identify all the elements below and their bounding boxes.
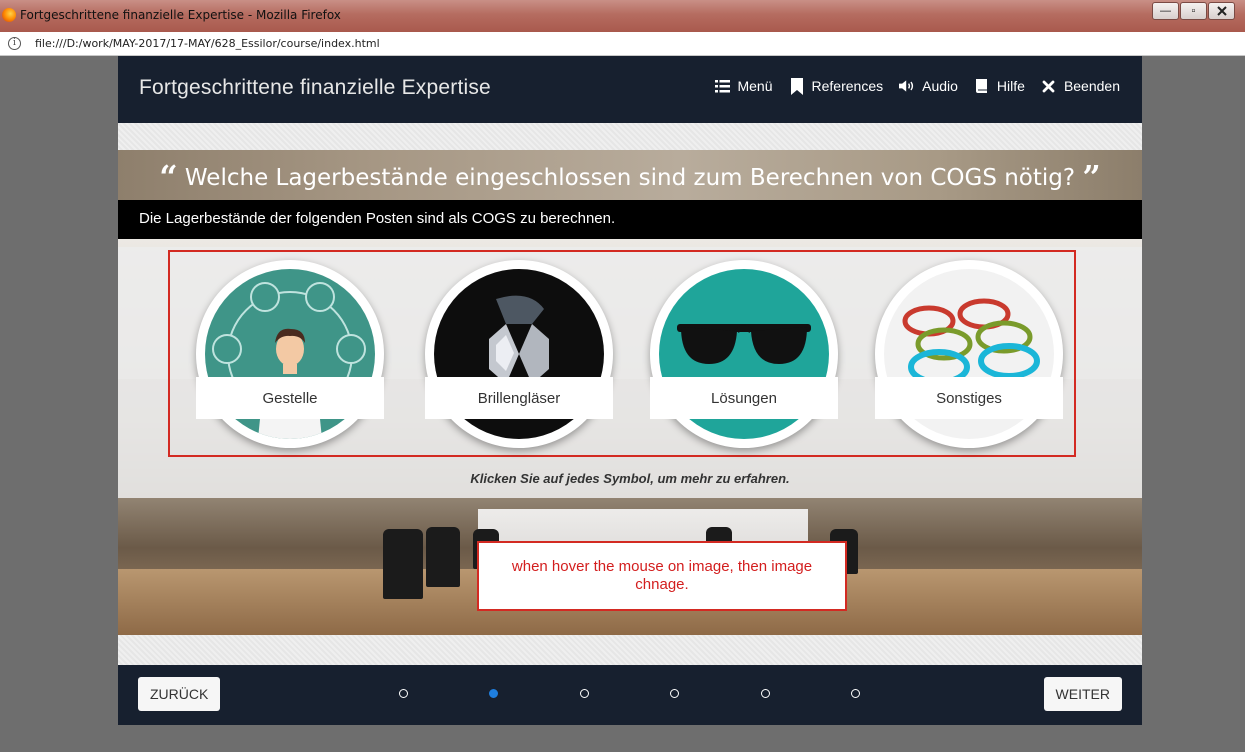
help-book-icon [974, 78, 990, 94]
nav-exit[interactable]: Beenden [1041, 78, 1120, 94]
firefox-logo-icon [2, 8, 16, 22]
browser-titlebar: Fortgeschrittene finanzielle Expertise -… [0, 0, 1245, 32]
page-dot-5[interactable] [761, 689, 770, 698]
chair-shape [426, 527, 460, 587]
card-frames-label: Gestelle [262, 390, 318, 407]
window-close-button[interactable] [1208, 2, 1235, 20]
course-title: Fortgeschrittene finanzielle Expertise [139, 76, 491, 99]
window-controls: — ▫ [1152, 2, 1235, 20]
course-footer: ZURÜCK WEITER [118, 665, 1142, 725]
card-lenses[interactable]: Brillengläser [425, 260, 613, 448]
instruction-text: Klicken Sie auf jedes Symbol, um mehr zu… [470, 471, 790, 486]
back-button[interactable]: ZURÜCK [138, 677, 221, 711]
course-header: Fortgeschrittene finanzielle Expertise M… [118, 56, 1142, 123]
card-row: Gestelle Brillengläser Lösungen Sonstige… [196, 260, 1066, 450]
list-icon [714, 78, 730, 94]
bookmark-icon [789, 77, 805, 95]
page-dot-4[interactable] [670, 689, 679, 698]
nav-help-label: Hilfe [996, 78, 1025, 94]
card-panel: Gestelle Brillengläser Lösungen Sonstige… [118, 247, 1142, 498]
page-indicator [399, 687, 869, 701]
course-player: Fortgeschrittene finanzielle Expertise M… [118, 56, 1142, 725]
url-text[interactable]: file:///D:/work/MAY-2017/17-MAY/628_Essi… [35, 37, 380, 50]
nav-exit-label: Beenden [1063, 78, 1120, 94]
nav-help[interactable]: Hilfe [974, 78, 1025, 94]
annotation-note: when hover the mouse on image, then imag… [477, 541, 847, 611]
card-other-label: Sonstiges [936, 390, 1002, 407]
question-banner: “ Welche Lagerbestände eingeschlossen si… [118, 150, 1142, 200]
page-dot-1[interactable] [399, 689, 408, 698]
card-solutions[interactable]: Lösungen [650, 260, 838, 448]
card-solutions-label: Lösungen [711, 390, 777, 407]
nav-menu[interactable]: Menü [714, 78, 773, 94]
address-bar[interactable]: i file:///D:/work/MAY-2017/17-MAY/628_Es… [0, 32, 1245, 56]
nav-references[interactable]: References [789, 77, 884, 95]
nav-references-label: References [811, 78, 884, 94]
page-dot-3[interactable] [580, 689, 589, 698]
question-text: “ Welche Lagerbestände eingeschlossen si… [118, 158, 1142, 196]
subtitle-text: Die Lagerbestände der folgenden Posten s… [139, 210, 616, 227]
open-quote-mark: “ [159, 158, 178, 196]
speaker-icon [899, 78, 915, 94]
maximize-icon: ▫ [1191, 5, 1196, 17]
maximize-button[interactable]: ▫ [1180, 2, 1207, 20]
close-quote-mark: ” [1082, 158, 1101, 196]
window-title: Fortgeschrittene finanzielle Expertise -… [20, 8, 341, 22]
card-lenses-label: Brillengläser [477, 390, 561, 407]
subtitle-bar: Die Lagerbestände der folgenden Posten s… [118, 200, 1142, 239]
minimize-button[interactable]: — [1152, 2, 1179, 20]
minimize-icon: — [1160, 5, 1171, 17]
nav-audio[interactable]: Audio [899, 78, 958, 94]
top-navigation: Menü References Audio Hilfe Beenden [714, 77, 1120, 95]
nav-menu-label: Menü [737, 78, 773, 94]
info-icon[interactable]: i [8, 37, 21, 50]
page-dot-2[interactable] [489, 689, 498, 698]
question-label: Welche Lagerbestände eingeschlossen sind… [184, 165, 1076, 191]
chair-shape [383, 529, 423, 599]
annotation-text: when hover the mouse on image, then imag… [511, 558, 813, 593]
slide-content: “ Welche Lagerbestände eingeschlossen si… [118, 123, 1142, 665]
page-dot-6[interactable] [851, 689, 860, 698]
close-icon [1041, 78, 1057, 94]
next-button[interactable]: WEITER [1043, 677, 1122, 711]
nav-audio-label: Audio [922, 78, 958, 94]
card-frames[interactable]: Gestelle [196, 260, 384, 448]
card-other[interactable]: Sonstiges [875, 260, 1063, 448]
window-close-icon [1216, 6, 1227, 16]
